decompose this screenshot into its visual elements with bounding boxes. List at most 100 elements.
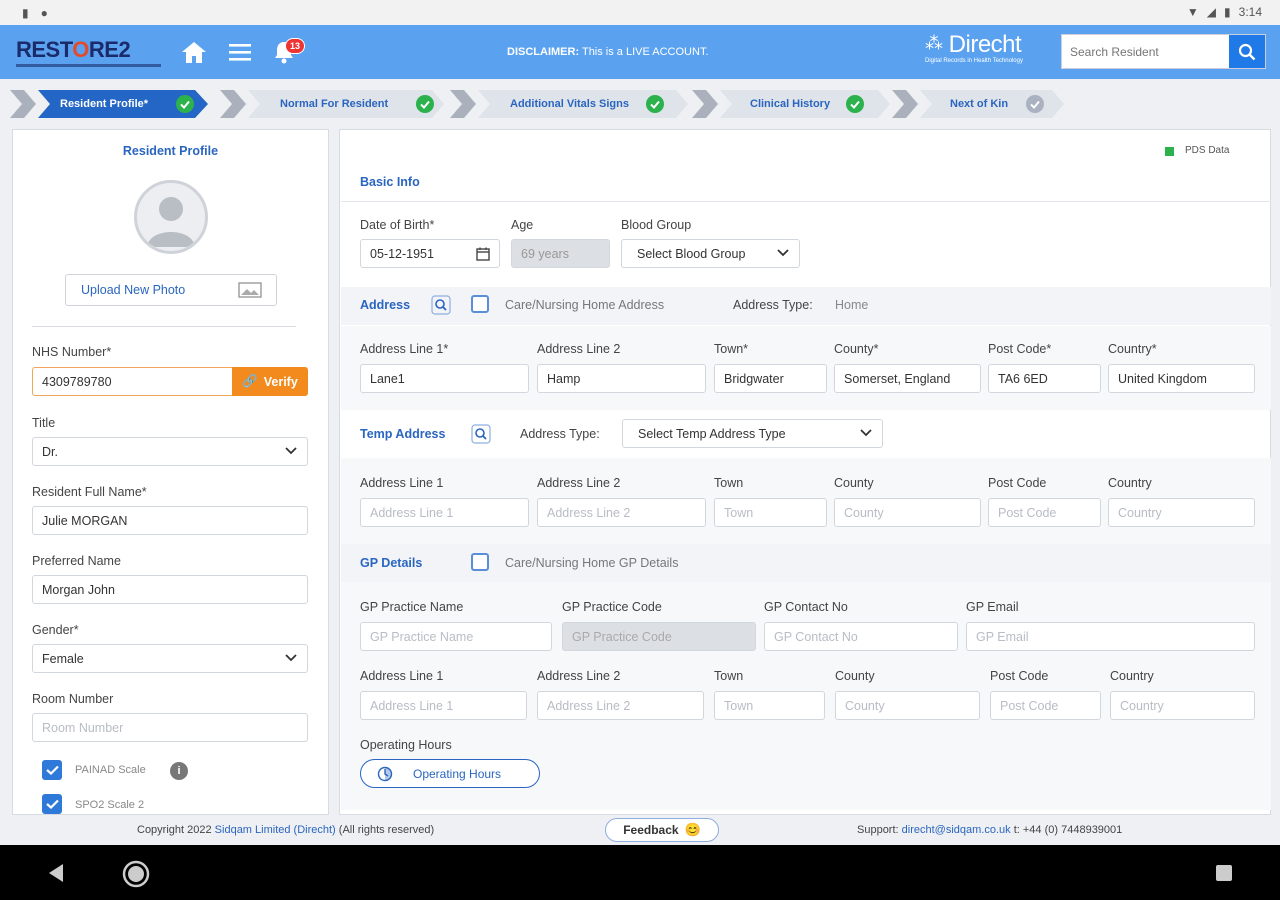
panel-title: Resident Profile	[122, 144, 219, 158]
step-check-icon	[176, 95, 194, 113]
step-next-of-kin[interactable]: Next of Kin	[892, 88, 1067, 120]
gp-postcode-input[interactable]: Post Code	[990, 691, 1101, 720]
gp-contact-input[interactable]: GP Contact No	[764, 622, 958, 651]
spo2-checkbox[interactable]	[42, 794, 62, 814]
basic-info-panel: PDS Data Basic Info Date of Birth* 05-12…	[339, 129, 1271, 815]
recents-icon[interactable]	[1215, 864, 1233, 882]
gp-country-label: Country	[1110, 669, 1154, 683]
temp-type-label: Address Type:	[520, 427, 600, 441]
temp-town-label: Town	[714, 476, 744, 490]
addr-town-label: Town*	[714, 342, 749, 356]
addr-post-label: Post Code*	[988, 342, 1052, 356]
search-icon	[1238, 43, 1256, 60]
dob-label: Date of Birth*	[360, 218, 435, 232]
step-clinical-history[interactable]: Clinical History	[692, 88, 892, 120]
address-country-input[interactable]: United Kingdom	[1108, 364, 1255, 393]
operating-hours-label: Operating Hours	[360, 738, 452, 752]
restore2-logo[interactable]: RESTORE2	[16, 37, 161, 67]
search-button[interactable]	[1229, 35, 1265, 68]
dob-input[interactable]: 05-12-1951	[360, 239, 500, 268]
gp-practice-name-input[interactable]: GP Practice Name	[360, 622, 552, 651]
chevron-down-icon	[285, 654, 297, 662]
painad-label: PAINAD Scale	[75, 764, 146, 776]
gp-address-line2-input[interactable]: Address Line 2	[537, 691, 704, 720]
title-label: Title	[32, 416, 56, 430]
step-resident-profile[interactable]: Resident Profile*	[10, 88, 210, 120]
room-number-input[interactable]: Room Number	[32, 713, 308, 742]
nhs-number-input[interactable]: 4309789780	[32, 367, 234, 396]
addr-l2-label: Address Line 2	[537, 342, 621, 356]
step-additional-vitals[interactable]: Additional Vitals Signs	[450, 88, 690, 120]
divider	[32, 326, 296, 327]
feedback-button[interactable]: Feedback 😊	[605, 818, 719, 842]
title-select[interactable]: Dr.	[32, 437, 308, 466]
gp-post-label: Post Code	[990, 669, 1049, 683]
gp-code-label: GP Practice Code	[562, 600, 662, 614]
gp-name-label: GP Practice Name	[360, 600, 464, 614]
menu-icon[interactable]	[226, 38, 254, 66]
gp-county-input[interactable]: County	[835, 691, 980, 720]
preferred-label: Preferred Name	[32, 554, 121, 568]
age-input: 69 years	[511, 239, 610, 268]
search-input[interactable]	[1062, 35, 1229, 68]
gp-town-label: Town	[714, 669, 744, 683]
gp-details-title: GP Details	[360, 556, 423, 570]
temp-county-input[interactable]: County	[834, 498, 981, 527]
address-county-input[interactable]: Somerset, England	[834, 364, 981, 393]
basic-info-title: Basic Info	[360, 175, 420, 189]
temp-l2-label: Address Line 2	[537, 476, 621, 490]
addr-county-label: County*	[834, 342, 879, 356]
verify-button[interactable]: 🔗 Verify	[232, 367, 308, 396]
fullname-input[interactable]: Julie MORGAN	[32, 506, 308, 535]
android-nav-bar	[0, 845, 1280, 900]
preferred-name-input[interactable]: Morgan John	[32, 575, 308, 604]
gp-contact-label: GP Contact No	[764, 600, 848, 614]
room-label: Room Number	[32, 692, 114, 706]
info-icon[interactable]: i	[170, 762, 188, 780]
gp-care-home-checkbox[interactable]	[471, 553, 489, 571]
app-header: RESTORE2 13 DISCLAIMER: This is a LIVE A…	[0, 25, 1280, 79]
gp-country-input[interactable]: Country	[1110, 691, 1255, 720]
temp-address-line1-input[interactable]: Address Line 1	[360, 498, 529, 527]
temp-post-label: Post Code	[988, 476, 1047, 490]
temp-address-type-select[interactable]: Select Temp Address Type	[622, 419, 883, 448]
company-link[interactable]: Sidqam Limited (Direcht)	[215, 824, 336, 836]
step-pending-icon	[1026, 95, 1044, 113]
gp-town-input[interactable]: Town	[714, 691, 825, 720]
back-icon[interactable]	[47, 863, 65, 883]
address-town-input[interactable]: Bridgwater	[714, 364, 827, 393]
sim-icon: ▮	[22, 6, 29, 20]
temp-country-label: Country	[1108, 476, 1152, 490]
care-home-address-checkbox[interactable]	[471, 295, 489, 313]
address-line2-input[interactable]: Hamp	[537, 364, 706, 393]
image-icon	[238, 282, 262, 298]
home-nav-icon[interactable]	[121, 859, 151, 889]
temp-address-line2-input[interactable]: Address Line 2	[537, 498, 706, 527]
address-postcode-input[interactable]: TA6 6ED	[988, 364, 1101, 393]
gender-select[interactable]: Female	[32, 644, 308, 673]
temp-postcode-input[interactable]: Post Code	[988, 498, 1101, 527]
status-bar: ▮ ● ▼ ◢ ▮ 3:14	[0, 0, 1280, 25]
blood-group-select[interactable]: Select Blood Group	[621, 239, 800, 268]
support-email-link[interactable]: direcht@sidqam.co.uk	[902, 824, 1011, 836]
address-line1-input[interactable]: Lane1	[360, 364, 529, 393]
operating-hours-button[interactable]: Operating Hours	[360, 759, 540, 788]
profile-panel: Resident Profile Upload New Photo NHS Nu…	[12, 129, 329, 815]
home-icon[interactable]	[180, 38, 208, 66]
gp-address-line1-input[interactable]: Address Line 1	[360, 691, 527, 720]
address-search-icon[interactable]	[431, 295, 451, 320]
temp-address-search-icon[interactable]	[471, 424, 491, 449]
temp-town-input[interactable]: Town	[714, 498, 827, 527]
upload-photo-button[interactable]: Upload New Photo	[65, 274, 277, 306]
painad-checkbox[interactable]	[42, 760, 62, 780]
address-title: Address	[360, 298, 411, 312]
address-type-label: Address Type:	[733, 298, 813, 312]
disclaimer: DISCLAIMER: This is a LIVE ACCOUNT.	[507, 46, 709, 58]
gp-l2-label: Address Line 2	[537, 669, 621, 683]
gp-email-input[interactable]: GP Email	[966, 622, 1255, 651]
battery-icon: ▮	[1224, 5, 1231, 19]
direcht-brand: ⁂ Direcht Digital Records in Health Tech…	[925, 31, 1023, 64]
temp-country-input[interactable]: Country	[1108, 498, 1255, 527]
step-normal-for-resident[interactable]: Normal For Resident	[220, 88, 445, 120]
age-label: Age	[511, 218, 534, 232]
